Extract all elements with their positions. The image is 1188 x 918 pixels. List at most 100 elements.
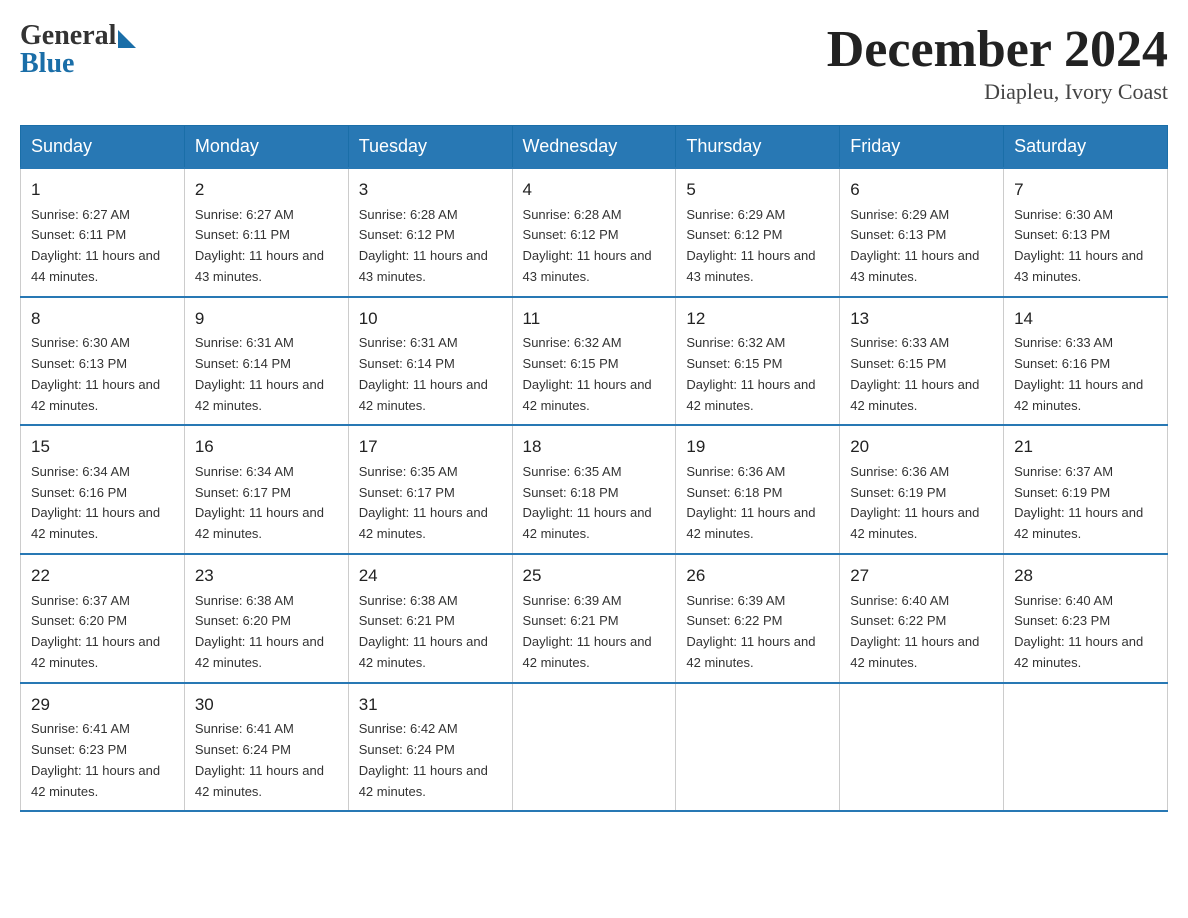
day-number: 17 — [359, 434, 502, 460]
table-row: 5Sunrise: 6:29 AMSunset: 6:12 PMDaylight… — [676, 168, 840, 297]
col-monday: Monday — [184, 126, 348, 169]
day-number: 30 — [195, 692, 338, 718]
day-number: 12 — [686, 306, 829, 332]
calendar-header-row: Sunday Monday Tuesday Wednesday Thursday… — [21, 126, 1168, 169]
day-number: 15 — [31, 434, 174, 460]
day-info: Sunrise: 6:33 AMSunset: 6:16 PMDaylight:… — [1014, 333, 1157, 416]
day-number: 29 — [31, 692, 174, 718]
table-row: 11Sunrise: 6:32 AMSunset: 6:15 PMDayligh… — [512, 297, 676, 426]
table-row: 8Sunrise: 6:30 AMSunset: 6:13 PMDaylight… — [21, 297, 185, 426]
day-info: Sunrise: 6:31 AMSunset: 6:14 PMDaylight:… — [359, 333, 502, 416]
calendar-week-row: 22Sunrise: 6:37 AMSunset: 6:20 PMDayligh… — [21, 554, 1168, 683]
table-row: 30Sunrise: 6:41 AMSunset: 6:24 PMDayligh… — [184, 683, 348, 812]
col-tuesday: Tuesday — [348, 126, 512, 169]
day-number: 4 — [523, 177, 666, 203]
table-row: 22Sunrise: 6:37 AMSunset: 6:20 PMDayligh… — [21, 554, 185, 683]
table-row: 20Sunrise: 6:36 AMSunset: 6:19 PMDayligh… — [840, 425, 1004, 554]
col-friday: Friday — [840, 126, 1004, 169]
day-number: 21 — [1014, 434, 1157, 460]
day-info: Sunrise: 6:35 AMSunset: 6:18 PMDaylight:… — [523, 462, 666, 545]
day-number: 13 — [850, 306, 993, 332]
table-row — [1004, 683, 1168, 812]
day-number: 8 — [31, 306, 174, 332]
day-info: Sunrise: 6:27 AMSunset: 6:11 PMDaylight:… — [31, 205, 174, 288]
day-info: Sunrise: 6:37 AMSunset: 6:20 PMDaylight:… — [31, 591, 174, 674]
day-number: 1 — [31, 177, 174, 203]
day-info: Sunrise: 6:27 AMSunset: 6:11 PMDaylight:… — [195, 205, 338, 288]
table-row: 7Sunrise: 6:30 AMSunset: 6:13 PMDaylight… — [1004, 168, 1168, 297]
table-row: 23Sunrise: 6:38 AMSunset: 6:20 PMDayligh… — [184, 554, 348, 683]
day-info: Sunrise: 6:28 AMSunset: 6:12 PMDaylight:… — [523, 205, 666, 288]
day-info: Sunrise: 6:31 AMSunset: 6:14 PMDaylight:… — [195, 333, 338, 416]
day-info: Sunrise: 6:37 AMSunset: 6:19 PMDaylight:… — [1014, 462, 1157, 545]
day-info: Sunrise: 6:40 AMSunset: 6:23 PMDaylight:… — [1014, 591, 1157, 674]
day-info: Sunrise: 6:32 AMSunset: 6:15 PMDaylight:… — [686, 333, 829, 416]
table-row: 12Sunrise: 6:32 AMSunset: 6:15 PMDayligh… — [676, 297, 840, 426]
page-header: General Blue December 2024 Diapleu, Ivor… — [20, 20, 1168, 105]
table-row: 14Sunrise: 6:33 AMSunset: 6:16 PMDayligh… — [1004, 297, 1168, 426]
table-row: 13Sunrise: 6:33 AMSunset: 6:15 PMDayligh… — [840, 297, 1004, 426]
calendar-table: Sunday Monday Tuesday Wednesday Thursday… — [20, 125, 1168, 812]
day-number: 2 — [195, 177, 338, 203]
day-info: Sunrise: 6:39 AMSunset: 6:22 PMDaylight:… — [686, 591, 829, 674]
table-row: 25Sunrise: 6:39 AMSunset: 6:21 PMDayligh… — [512, 554, 676, 683]
day-info: Sunrise: 6:29 AMSunset: 6:12 PMDaylight:… — [686, 205, 829, 288]
day-info: Sunrise: 6:28 AMSunset: 6:12 PMDaylight:… — [359, 205, 502, 288]
table-row: 1Sunrise: 6:27 AMSunset: 6:11 PMDaylight… — [21, 168, 185, 297]
calendar-week-row: 1Sunrise: 6:27 AMSunset: 6:11 PMDaylight… — [21, 168, 1168, 297]
day-number: 9 — [195, 306, 338, 332]
table-row: 31Sunrise: 6:42 AMSunset: 6:24 PMDayligh… — [348, 683, 512, 812]
day-number: 27 — [850, 563, 993, 589]
day-number: 5 — [686, 177, 829, 203]
table-row: 4Sunrise: 6:28 AMSunset: 6:12 PMDaylight… — [512, 168, 676, 297]
day-info: Sunrise: 6:32 AMSunset: 6:15 PMDaylight:… — [523, 333, 666, 416]
table-row: 26Sunrise: 6:39 AMSunset: 6:22 PMDayligh… — [676, 554, 840, 683]
day-info: Sunrise: 6:42 AMSunset: 6:24 PMDaylight:… — [359, 719, 502, 802]
table-row — [676, 683, 840, 812]
table-row: 3Sunrise: 6:28 AMSunset: 6:12 PMDaylight… — [348, 168, 512, 297]
col-wednesday: Wednesday — [512, 126, 676, 169]
day-number: 6 — [850, 177, 993, 203]
col-thursday: Thursday — [676, 126, 840, 169]
table-row: 21Sunrise: 6:37 AMSunset: 6:19 PMDayligh… — [1004, 425, 1168, 554]
day-info: Sunrise: 6:30 AMSunset: 6:13 PMDaylight:… — [1014, 205, 1157, 288]
day-number: 19 — [686, 434, 829, 460]
day-info: Sunrise: 6:38 AMSunset: 6:21 PMDaylight:… — [359, 591, 502, 674]
day-number: 10 — [359, 306, 502, 332]
table-row: 17Sunrise: 6:35 AMSunset: 6:17 PMDayligh… — [348, 425, 512, 554]
day-info: Sunrise: 6:41 AMSunset: 6:23 PMDaylight:… — [31, 719, 174, 802]
day-info: Sunrise: 6:34 AMSunset: 6:16 PMDaylight:… — [31, 462, 174, 545]
calendar-week-row: 29Sunrise: 6:41 AMSunset: 6:23 PMDayligh… — [21, 683, 1168, 812]
day-number: 3 — [359, 177, 502, 203]
day-number: 31 — [359, 692, 502, 718]
table-row: 9Sunrise: 6:31 AMSunset: 6:14 PMDaylight… — [184, 297, 348, 426]
table-row: 10Sunrise: 6:31 AMSunset: 6:14 PMDayligh… — [348, 297, 512, 426]
table-row: 19Sunrise: 6:36 AMSunset: 6:18 PMDayligh… — [676, 425, 840, 554]
table-row: 15Sunrise: 6:34 AMSunset: 6:16 PMDayligh… — [21, 425, 185, 554]
day-info: Sunrise: 6:40 AMSunset: 6:22 PMDaylight:… — [850, 591, 993, 674]
day-number: 25 — [523, 563, 666, 589]
logo: General Blue — [20, 20, 136, 80]
logo-blue-text: Blue — [20, 48, 74, 80]
col-saturday: Saturday — [1004, 126, 1168, 169]
day-info: Sunrise: 6:38 AMSunset: 6:20 PMDaylight:… — [195, 591, 338, 674]
day-number: 28 — [1014, 563, 1157, 589]
day-info: Sunrise: 6:36 AMSunset: 6:18 PMDaylight:… — [686, 462, 829, 545]
col-sunday: Sunday — [21, 126, 185, 169]
day-number: 11 — [523, 306, 666, 332]
day-number: 7 — [1014, 177, 1157, 203]
day-number: 18 — [523, 434, 666, 460]
day-info: Sunrise: 6:34 AMSunset: 6:17 PMDaylight:… — [195, 462, 338, 545]
table-row: 2Sunrise: 6:27 AMSunset: 6:11 PMDaylight… — [184, 168, 348, 297]
location-text: Diapleu, Ivory Coast — [827, 79, 1168, 105]
table-row: 27Sunrise: 6:40 AMSunset: 6:22 PMDayligh… — [840, 554, 1004, 683]
day-number: 26 — [686, 563, 829, 589]
day-info: Sunrise: 6:41 AMSunset: 6:24 PMDaylight:… — [195, 719, 338, 802]
day-number: 14 — [1014, 306, 1157, 332]
day-number: 16 — [195, 434, 338, 460]
table-row — [512, 683, 676, 812]
day-info: Sunrise: 6:30 AMSunset: 6:13 PMDaylight:… — [31, 333, 174, 416]
calendar-week-row: 8Sunrise: 6:30 AMSunset: 6:13 PMDaylight… — [21, 297, 1168, 426]
logo-arrow-icon — [118, 30, 136, 48]
calendar-week-row: 15Sunrise: 6:34 AMSunset: 6:16 PMDayligh… — [21, 425, 1168, 554]
